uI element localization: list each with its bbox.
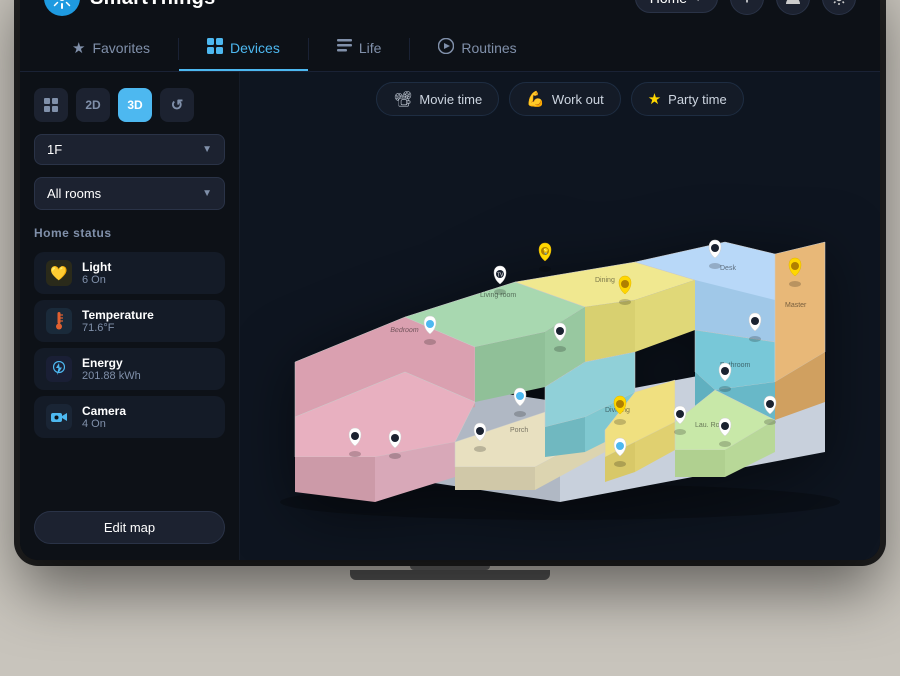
floorplan-container: Bedroom Living room Dining Porch Dividin… — [240, 124, 880, 560]
home-status-title: Home status — [34, 226, 225, 240]
energy-value: 201.88 kWh — [82, 370, 213, 382]
movie-icon: 📽 — [393, 90, 412, 108]
edit-map-button[interactable]: Edit map — [34, 511, 225, 544]
svg-text:Bedroom: Bedroom — [390, 327, 420, 334]
home-selector[interactable]: Home ▼ — [635, 0, 718, 13]
svg-text:Dining: Dining — [595, 277, 615, 284]
nav-tabs: ★ Favorites Devices — [20, 26, 880, 72]
sidebar: 2D 3D ↺ 1F ▼ — [20, 72, 240, 560]
3d-view-btn[interactable]: 3D — [118, 88, 152, 122]
view-controls: 2D 3D ↺ — [34, 88, 225, 122]
device-pin[interactable]: 💡 — [539, 243, 551, 272]
energy-name: Energy — [82, 356, 213, 370]
scene-movie-label: Movie time — [419, 92, 482, 107]
floor-label: 1F — [47, 142, 62, 157]
scene-movie[interactable]: 📽 Movie time — [376, 82, 499, 116]
main-content: 2D 3D ↺ 1F ▼ — [20, 72, 880, 560]
svg-text:Master: Master — [785, 302, 807, 309]
camera-value: 4 On — [82, 418, 213, 430]
status-item-camera[interactable]: Camera 4 On — [34, 396, 225, 438]
status-item-temperature[interactable]: Temperature 71.6°F — [34, 300, 225, 342]
floor-chevron-icon: ▼ — [202, 144, 212, 155]
tv-frame: SmartThings Home ▼ + — [20, 0, 880, 560]
grid-view-btn[interactable] — [34, 88, 68, 122]
energy-icon — [46, 356, 72, 382]
routines-icon — [438, 38, 454, 58]
logo-area: SmartThings — [44, 0, 635, 16]
tab-routines[interactable]: Routines — [410, 26, 544, 71]
app-logo-icon — [44, 0, 80, 16]
tab-devices[interactable]: Devices — [179, 26, 308, 71]
map-area: 📽 Movie time 💪 Work out ★ Party time — [240, 72, 880, 560]
status-items: 💛 Light 6 On — [34, 252, 225, 438]
floor-selector[interactable]: 1F ▼ — [34, 134, 225, 165]
devices-icon — [207, 38, 223, 58]
temperature-value: 71.6°F — [82, 322, 213, 334]
camera-name: Camera — [82, 404, 213, 418]
2d-view-btn[interactable]: 2D — [76, 88, 110, 122]
scene-bar: 📽 Movie time 💪 Work out ★ Party time — [240, 72, 880, 124]
workout-icon: 💪 — [526, 90, 545, 108]
chevron-down-icon: ▼ — [693, 0, 703, 4]
profile-button[interactable] — [776, 0, 810, 15]
room-chevron-icon: ▼ — [202, 188, 212, 199]
add-button[interactable]: + — [730, 0, 764, 15]
scene-party-label: Party time — [668, 92, 727, 107]
scene-workout-label: Work out — [552, 92, 604, 107]
temperature-name: Temperature — [82, 308, 213, 322]
temperature-icon — [46, 308, 72, 334]
light-value: 6 On — [82, 274, 213, 286]
svg-text:TV: TV — [497, 273, 504, 279]
tab-routines-label: Routines — [461, 40, 516, 56]
floorplan-svg: Bedroom Living room Dining Porch Dividin… — [265, 162, 855, 522]
tab-favorites-label: Favorites — [92, 40, 150, 56]
scene-party[interactable]: ★ Party time — [631, 82, 744, 116]
favorites-icon: ★ — [72, 39, 85, 57]
life-icon — [337, 38, 352, 57]
light-name: Light — [82, 260, 213, 274]
tab-favorites[interactable]: ★ Favorites — [44, 26, 178, 71]
app-name: SmartThings — [90, 0, 216, 10]
party-icon: ★ — [648, 90, 661, 108]
svg-text:Porch: Porch — [510, 427, 528, 434]
tab-devices-label: Devices — [230, 40, 280, 56]
status-item-light[interactable]: 💛 Light 6 On — [34, 252, 225, 294]
svg-text:💡: 💡 — [542, 248, 549, 256]
status-item-energy[interactable]: Energy 201.88 kWh — [34, 348, 225, 390]
light-icon: 💛 — [46, 260, 72, 286]
home-label: Home — [650, 0, 687, 6]
camera-icon — [46, 404, 72, 430]
device-pin[interactable]: TV — [494, 266, 506, 295]
header: SmartThings Home ▼ + — [20, 0, 880, 26]
svg-text:Desk: Desk — [720, 265, 736, 272]
settings-button[interactable] — [822, 0, 856, 15]
tab-life-label: Life — [359, 40, 382, 56]
app-screen: SmartThings Home ▼ + — [20, 0, 880, 560]
tab-life[interactable]: Life — [309, 26, 410, 71]
header-right: Home ▼ + — [635, 0, 856, 15]
scene-workout[interactable]: 💪 Work out — [509, 82, 620, 116]
room-selector[interactable]: All rooms ▼ — [34, 177, 225, 210]
history-view-btn[interactable]: ↺ — [160, 88, 194, 122]
room-label: All rooms — [47, 186, 101, 201]
